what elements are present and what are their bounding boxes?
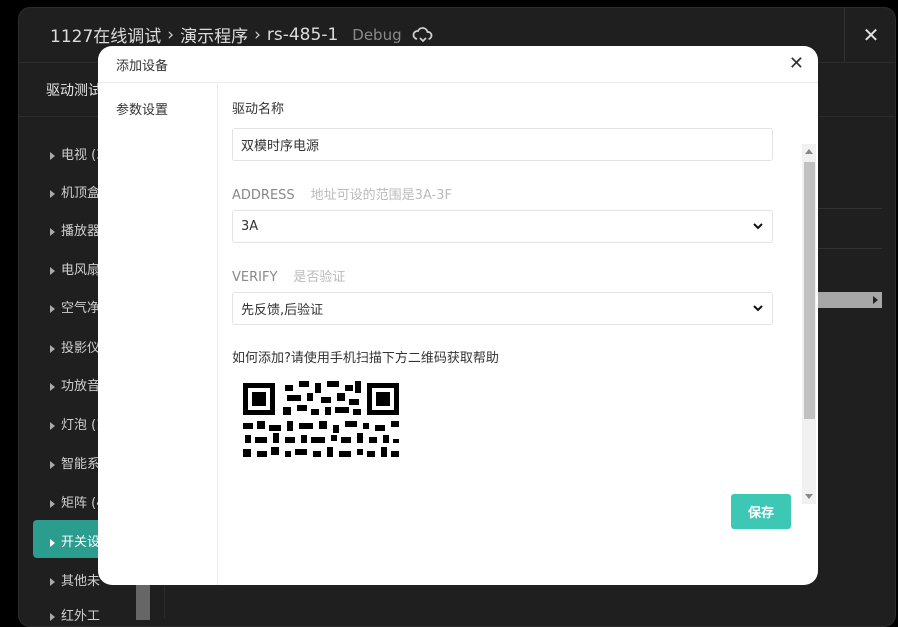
address-select-value: 3A: [241, 219, 259, 234]
close-window-icon[interactable]: ✕: [844, 8, 897, 62]
address-label: ADDRESS: [232, 188, 295, 203]
expand-arrow-icon: [50, 499, 55, 508]
tree-item[interactable]: 灯泡 (1: [50, 414, 104, 433]
expand-arrow-icon: [50, 304, 55, 313]
tree-item[interactable]: 红外工: [50, 605, 100, 624]
dialog-sidebar: 参数设置: [98, 83, 218, 585]
breadcrumb-program[interactable]: 演示程序: [180, 22, 248, 47]
verify-select[interactable]: 先反馈,后验证: [232, 292, 773, 325]
address-hint: 地址可设的范围是3A-3F: [310, 188, 452, 203]
expand-arrow-icon: [50, 151, 55, 160]
dialog-title: 添加设备: [116, 58, 169, 74]
tree-scrollbar[interactable]: [136, 580, 150, 620]
address-label-row: ADDRESS 地址可设的范围是3A-3F: [232, 184, 452, 203]
tree-item[interactable]: 电视 (3: [50, 144, 104, 163]
tree-item[interactable]: 矩阵 (4: [50, 492, 104, 511]
expand-arrow-icon: [50, 612, 55, 621]
tree-item[interactable]: 投影仪: [50, 337, 100, 356]
verify-select-value: 先反馈,后验证: [241, 303, 324, 318]
close-icon[interactable]: ✕: [789, 55, 804, 73]
add-device-dialog: 添加设备 ✕ 参数设置 驱动名称 双模时序电源 ADDRESS 地址可设的范围是3…: [98, 46, 818, 585]
tree-item[interactable]: 机顶盒: [50, 182, 100, 201]
expand-arrow-icon: [50, 460, 55, 469]
dialog-header: 添加设备 ✕: [98, 46, 818, 83]
scrollbar-thumb[interactable]: [804, 162, 815, 419]
tree-item[interactable]: 电风扇: [50, 259, 100, 278]
verify-label-row: VERIFY 是否验证: [232, 266, 345, 285]
tree-item[interactable]: 功放音: [50, 375, 100, 394]
expand-arrow-icon: [50, 266, 55, 275]
breadcrumb-separator-icon: ›: [254, 24, 261, 45]
verify-label: VERIFY: [232, 270, 278, 285]
tree-item[interactable]: 播放器: [50, 220, 100, 239]
qr-code-icon: [241, 381, 407, 458]
save-button[interactable]: 保存: [731, 494, 791, 529]
tree-item[interactable]: 智能系: [50, 453, 100, 472]
tree-item[interactable]: 空气净: [50, 297, 100, 316]
dialog-form: 驱动名称 双模时序电源 ADDRESS 地址可设的范围是3A-3F 3A VERI…: [218, 83, 818, 458]
breadcrumb-device[interactable]: rs-485-1: [267, 25, 338, 45]
mode-label: Debug: [352, 25, 402, 44]
driver-name-label: 驱动名称: [232, 102, 285, 117]
subheader-title: 驱动测试: [46, 83, 102, 99]
tree-item-active[interactable]: 开关设: [50, 531, 100, 550]
expand-arrow-icon: [50, 382, 55, 391]
address-select[interactable]: 3A: [232, 210, 773, 243]
dialog-scrollbar[interactable]: [802, 144, 816, 504]
breadcrumb-separator-icon: ›: [167, 24, 175, 45]
scroll-down-icon[interactable]: [805, 494, 813, 499]
expand-arrow-icon: [50, 538, 55, 547]
cloud-sync-icon[interactable]: [412, 26, 434, 44]
chevron-down-icon: [753, 223, 763, 230]
expand-arrow-icon: [50, 189, 55, 198]
breadcrumb-project[interactable]: 1127在线调试: [50, 22, 161, 47]
expand-arrow-icon: [50, 227, 55, 236]
expand-arrow-icon: [50, 421, 55, 430]
divider: [818, 208, 882, 209]
expand-arrow-icon: [50, 577, 55, 586]
sidebar-item-params[interactable]: 参数设置: [116, 99, 168, 118]
chevron-down-icon: [753, 305, 763, 312]
divider: [818, 248, 882, 249]
scroll-up-icon[interactable]: [805, 149, 813, 154]
help-text: 如何添加?请使用手机扫描下方二维码获取帮助: [232, 351, 499, 366]
tree-item[interactable]: 其他未: [50, 570, 100, 589]
driver-name-input[interactable]: 双模时序电源: [232, 128, 773, 161]
verify-hint: 是否验证: [293, 270, 346, 285]
expand-arrow-icon: [50, 344, 55, 353]
horizontal-scrollbar[interactable]: [818, 292, 882, 308]
